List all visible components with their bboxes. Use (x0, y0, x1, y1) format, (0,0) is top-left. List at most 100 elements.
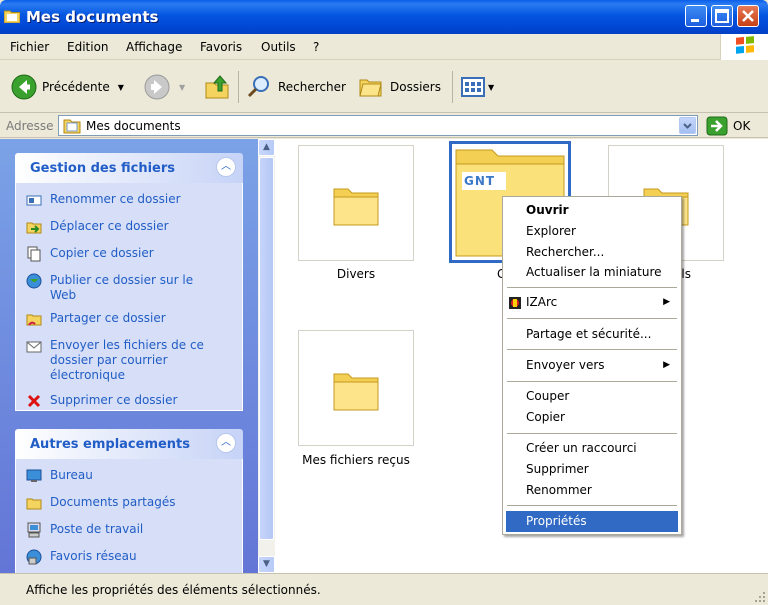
folder-thumbnail[interactable] (298, 330, 414, 446)
move-folder-icon (26, 222, 42, 234)
back-arrow-icon (11, 74, 37, 100)
views-icon (461, 77, 485, 97)
toolbar-separator (238, 71, 239, 103)
back-dropdown-icon[interactable]: ▼ (118, 83, 124, 92)
menu-separator (507, 287, 677, 288)
scroll-down-button[interactable]: ▼ (258, 556, 275, 573)
minimize-button[interactable] (685, 5, 707, 27)
forward-arrow-icon (144, 74, 170, 100)
address-bar: Adresse Mes documents OK (0, 113, 768, 138)
back-button[interactable]: Précédente ▼ (10, 74, 124, 100)
folder-name[interactable]: Divers (291, 267, 421, 281)
menu-item-search[interactable]: Rechercher... (506, 242, 678, 263)
explorer-window: Mes documents Fichier Edition Affichage … (0, 0, 768, 605)
chevron-down-icon (683, 123, 692, 129)
file-tasks-panel: Gestion des fichiers ︿ Renommer ce dossi… (15, 153, 243, 411)
file-tasks-title: Gestion des fichiers (30, 161, 176, 176)
menu-item-send-to[interactable]: Envoyer vers ▶ (506, 355, 678, 376)
task-email-files[interactable]: Envoyer les fichiers de ce dossier par c… (16, 336, 242, 385)
menu-item-rename[interactable]: Renommer (506, 480, 678, 501)
toolbar: Précédente ▼ ▼ Rechercher Dossiers ▼ (0, 61, 768, 113)
menu-separator (507, 505, 677, 506)
folders-button[interactable]: Dossiers (358, 74, 441, 100)
back-label: Précédente (42, 80, 110, 94)
menu-item-copy[interactable]: Copier (506, 407, 678, 428)
other-places-body: Bureau Documents partagés Poste de trava… (15, 459, 243, 573)
my-computer-icon (27, 522, 41, 538)
views-dropdown-icon: ▼ (488, 82, 495, 92)
menu-item-properties[interactable]: Propriétés (506, 511, 678, 532)
task-move-folder[interactable]: Déplacer ce dossier (16, 217, 242, 237)
views-button[interactable]: ▼ (460, 74, 494, 100)
submenu-arrow-icon: ▶ (663, 297, 670, 307)
folder-icon (333, 373, 379, 411)
shared-documents-icon (26, 498, 42, 510)
menu-item-cut[interactable]: Couper (506, 386, 678, 407)
other-places-header[interactable]: Autres emplacements ︿ (15, 429, 243, 459)
up-button[interactable] (204, 74, 230, 100)
forward-button[interactable]: ▼ (143, 74, 185, 100)
menu-item-open[interactable]: Ouvrir (506, 200, 678, 221)
address-value: Mes documents (86, 119, 181, 133)
share-folder-icon (26, 314, 42, 326)
folder-icon (4, 10, 20, 23)
menu-separator (507, 349, 677, 350)
close-icon (742, 10, 754, 22)
place-network[interactable]: Favoris réseau (16, 547, 242, 567)
file-tasks-header[interactable]: Gestion des fichiers ︿ (15, 153, 243, 183)
menu-help[interactable]: ? (313, 40, 319, 54)
folders-label: Dossiers (390, 80, 441, 94)
windows-flag-icon (736, 36, 754, 54)
thumbnail-logo-text: GNT (464, 174, 496, 188)
context-menu: Ouvrir Explorer Rechercher... Actualiser… (502, 196, 682, 535)
maximize-icon (715, 9, 729, 23)
forward-dropdown-icon[interactable]: ▼ (179, 83, 185, 92)
task-copy-folder[interactable]: Copier ce dossier (16, 244, 242, 264)
toolbar-separator (452, 71, 453, 103)
go-button[interactable]: OK (706, 115, 766, 136)
search-button[interactable]: Rechercher (246, 74, 346, 100)
menu-item-izarc[interactable]: IZArc ▶ (506, 292, 678, 313)
address-input[interactable]: Mes documents (58, 115, 698, 136)
menu-item-explore[interactable]: Explorer (506, 221, 678, 242)
title-bar[interactable]: Mes documents (0, 0, 768, 34)
maximize-button[interactable] (711, 5, 733, 27)
menu-item-sharing-security[interactable]: Partage et sécurité... (506, 324, 678, 345)
task-delete-folder[interactable]: Supprimer ce dossier (16, 391, 242, 411)
submenu-arrow-icon: ▶ (663, 360, 670, 370)
desktop-icon (26, 469, 42, 482)
resize-grip-icon[interactable] (754, 591, 766, 603)
menu-file[interactable]: Fichier (10, 40, 49, 54)
delete-icon (27, 394, 41, 408)
task-rename-folder[interactable]: Renommer ce dossier (16, 190, 242, 210)
folder-icon (333, 188, 379, 226)
windows-logo (720, 34, 768, 60)
close-button[interactable] (737, 5, 759, 27)
menu-item-refresh-thumbnail[interactable]: Actualiser la miniature (506, 262, 678, 283)
menu-bar: Fichier Edition Affichage Favoris Outils… (0, 34, 768, 60)
collapse-chevron-icon[interactable]: ︿ (216, 433, 236, 453)
place-my-computer[interactable]: Poste de travail (16, 520, 242, 540)
menu-view[interactable]: Affichage (126, 40, 182, 54)
scroll-up-button[interactable]: ▲ (258, 139, 275, 156)
task-publish-web[interactable]: Publier ce dossier sur le Web (16, 271, 242, 305)
collapse-chevron-icon[interactable]: ︿ (216, 157, 236, 177)
menu-favorites[interactable]: Favoris (200, 40, 242, 54)
folder-thumbnail[interactable] (298, 145, 414, 261)
address-dropdown-button[interactable] (679, 117, 696, 134)
task-share-folder[interactable]: Partager ce dossier (16, 309, 242, 329)
menu-item-create-shortcut[interactable]: Créer un raccourci (506, 438, 678, 459)
task-pane: Gestion des fichiers ︿ Renommer ce dossi… (0, 139, 258, 573)
menu-item-delete[interactable]: Supprimer (506, 459, 678, 480)
go-label: OK (733, 118, 751, 133)
network-places-icon (26, 549, 42, 565)
menu-edit[interactable]: Edition (67, 40, 109, 54)
other-places-panel: Autres emplacements ︿ Bureau Documents p… (15, 429, 243, 573)
folder-name[interactable]: Mes fichiers reçus (291, 453, 421, 467)
place-desktop[interactable]: Bureau (16, 466, 242, 486)
go-arrow-icon (706, 116, 728, 135)
scroll-thumb[interactable] (259, 157, 274, 540)
menu-tools[interactable]: Outils (261, 40, 296, 54)
place-shared-documents[interactable]: Documents partagés (16, 493, 242, 513)
task-pane-scrollbar[interactable]: ▲ ▼ (258, 139, 275, 573)
